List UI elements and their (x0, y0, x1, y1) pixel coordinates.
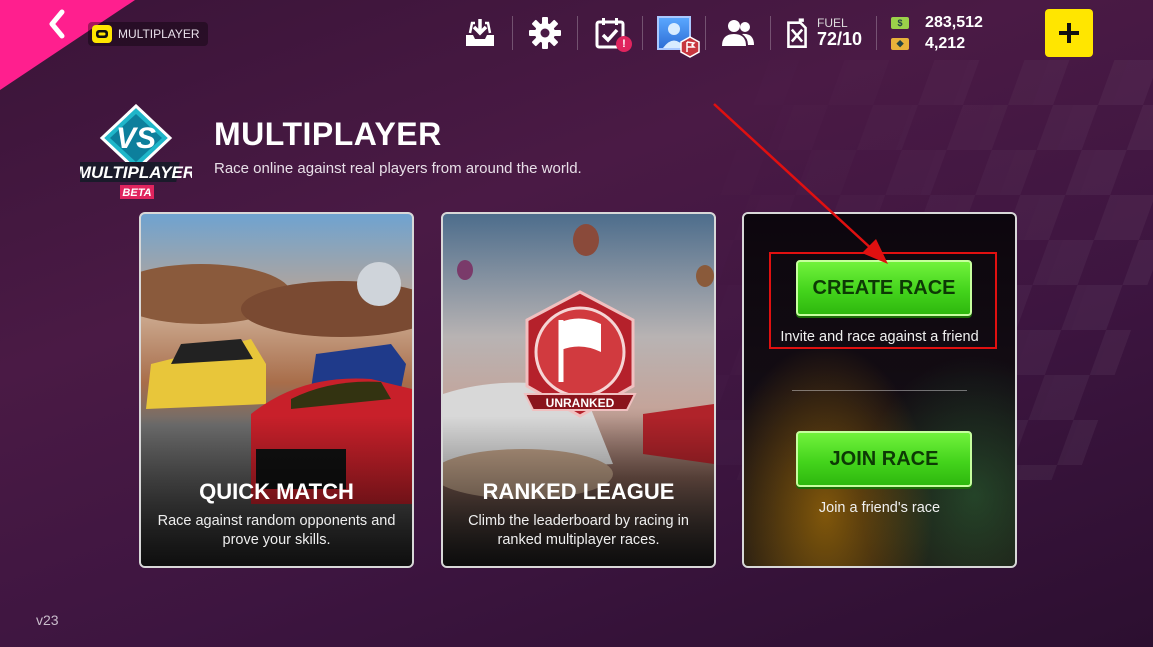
emblem-label: UNRANKED (546, 396, 615, 410)
card-divider (792, 390, 967, 391)
ranked-league-title: RANKED LEAGUE (482, 479, 675, 504)
unranked-emblem: UNRANKED (523, 290, 637, 418)
mode-chip-label: MULTIPLAYER (118, 27, 200, 41)
multiplayer-logo: VS MULTIPLAYER BETA (80, 104, 192, 199)
download-tray-icon (466, 19, 494, 46)
inbox-button[interactable] (448, 8, 512, 58)
friends-icon (722, 20, 754, 46)
cash-icon: $ (891, 16, 910, 29)
logo-text: MULTIPLAYER (80, 163, 192, 182)
quick-match-title: QUICK MATCH (199, 479, 354, 504)
multiplayer-mode-icon (92, 25, 112, 43)
mode-chip: MULTIPLAYER (88, 22, 208, 46)
page-title: MULTIPLAYER (214, 116, 442, 152)
join-race-caption: Join a friend's race (818, 500, 941, 516)
currency-panel[interactable]: $ 283,512 ◆ 4,212 (877, 14, 997, 53)
ranked-league-card[interactable]: UNRANKED RANKED LEAGUE Climb the leaderb… (441, 212, 716, 568)
logo-beta: BETA (122, 187, 151, 199)
page-subtitle: Race online against real players from ar… (214, 160, 582, 177)
friends-button[interactable] (706, 8, 770, 58)
add-currency-button[interactable] (1045, 9, 1093, 57)
avatar (657, 16, 700, 58)
fuel-value: 72/10 (817, 28, 863, 49)
fuel-indicator[interactable]: FUEL 72/10 (771, 8, 876, 58)
join-race-button[interactable]: JOIN RACE (796, 431, 972, 487)
gear-icon (529, 17, 561, 49)
top-bar: ! FUEL 72/10 $ 283,512 ◆ 4,212 (448, 8, 997, 58)
quick-match-card[interactable]: QUICK MATCH Race against random opponent… (139, 212, 414, 568)
quick-match-description: Race against random opponents and prove … (157, 513, 396, 548)
events-button[interactable]: ! (578, 8, 642, 58)
plus-icon (1059, 23, 1079, 43)
back-button[interactable] (40, 6, 76, 42)
token-icon: ◆ (891, 37, 910, 50)
notification-badge: ! (616, 36, 632, 52)
fuel-can-icon (787, 18, 807, 48)
ranked-league-description: Climb the leaderboard by racing in ranke… (468, 513, 689, 548)
settings-button[interactable] (513, 8, 577, 58)
annotation-arrow (713, 103, 888, 264)
chevron-left-icon (49, 9, 65, 39)
token-value: 4,212 (925, 34, 966, 52)
fuel-label: FUEL (817, 15, 848, 30)
cash-value: 283,512 (925, 13, 983, 31)
rank-badge-icon (680, 36, 700, 58)
logo-vs-text: VS (116, 122, 156, 155)
version-label: v23 (36, 612, 59, 628)
profile-button[interactable] (643, 8, 705, 58)
